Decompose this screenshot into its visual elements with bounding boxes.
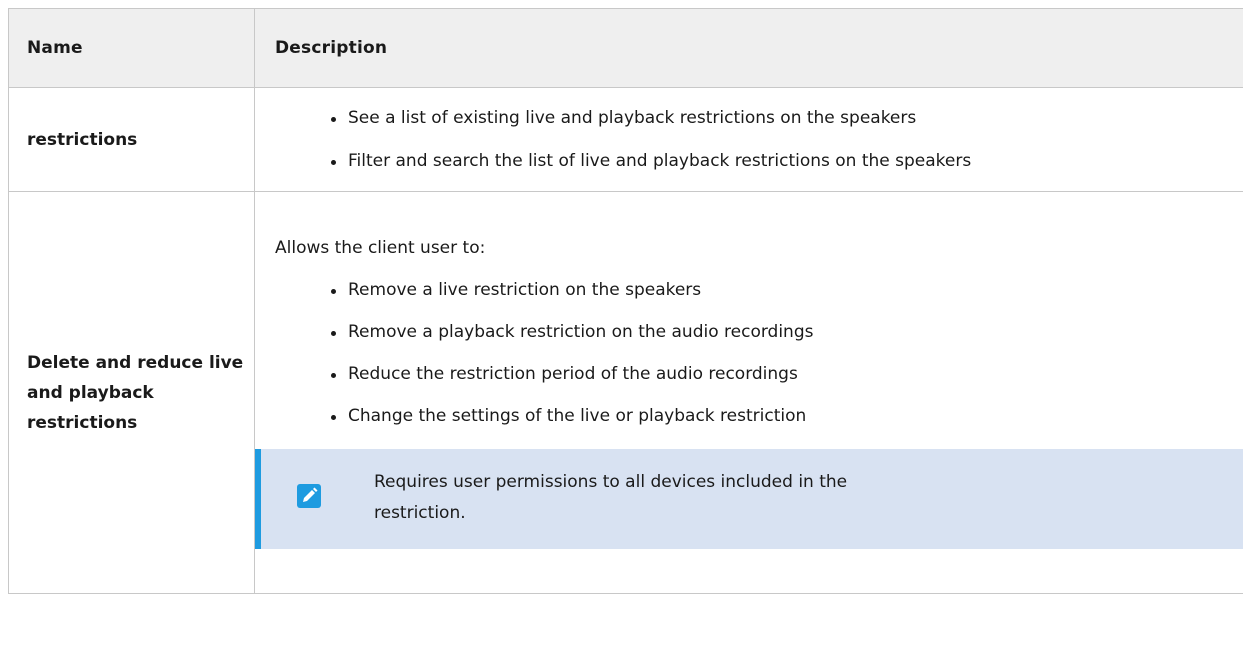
bullet-list: Remove a live restriction on the speaker… xyxy=(275,280,1243,426)
list-item: Remove a playback restriction on the aud… xyxy=(331,322,1243,342)
bullet-list: See a list of existing live and playback… xyxy=(275,108,1243,171)
description-intro: Allows the client user to: xyxy=(275,238,486,258)
bullet-icon xyxy=(331,117,336,122)
list-item: Filter and search the list of live and p… xyxy=(331,151,1243,171)
list-item-text: Remove a playback restriction on the aud… xyxy=(348,322,814,342)
permissions-table: Name Description restrictions See a list… xyxy=(8,8,1243,594)
table-row: Delete and reduce live and playback rest… xyxy=(8,191,1243,594)
permission-name: restrictions xyxy=(8,87,255,192)
permission-name: Delete and reduce live and playback rest… xyxy=(8,191,255,594)
list-item: See a list of existing live and playback… xyxy=(331,108,1243,128)
bullet-icon xyxy=(331,289,336,294)
pencil-icon xyxy=(297,484,321,508)
note-text: Requires user permissions to all devices… xyxy=(374,472,848,523)
permission-description: Allows the client user to: Remove a live… xyxy=(254,191,1243,594)
list-item-text: See a list of existing live and playback… xyxy=(348,108,917,128)
bullet-icon xyxy=(331,331,336,336)
list-item-text: Reduce the restriction period of the aud… xyxy=(348,364,798,384)
table-row: restrictions See a list of existing live… xyxy=(8,87,1243,192)
header-description: Description xyxy=(254,8,1243,88)
list-item: Remove a live restriction on the speaker… xyxy=(331,280,1243,300)
note-callout: Requires user permissions to all devices… xyxy=(255,449,1243,549)
list-item-text: Change the settings of the live or playb… xyxy=(348,406,807,426)
bullet-icon xyxy=(331,415,336,420)
header-name: Name xyxy=(8,8,255,88)
bullet-icon xyxy=(331,373,336,378)
list-item: Change the settings of the live or playb… xyxy=(331,406,1243,426)
list-item-text: Remove a live restriction on the speaker… xyxy=(348,280,702,300)
table-header-row: Name Description xyxy=(8,8,1243,88)
permission-description: See a list of existing live and playback… xyxy=(254,87,1243,192)
list-item: Reduce the restriction period of the aud… xyxy=(331,364,1243,384)
list-item-text: Filter and search the list of live and p… xyxy=(348,151,972,171)
bullet-icon xyxy=(331,160,336,165)
